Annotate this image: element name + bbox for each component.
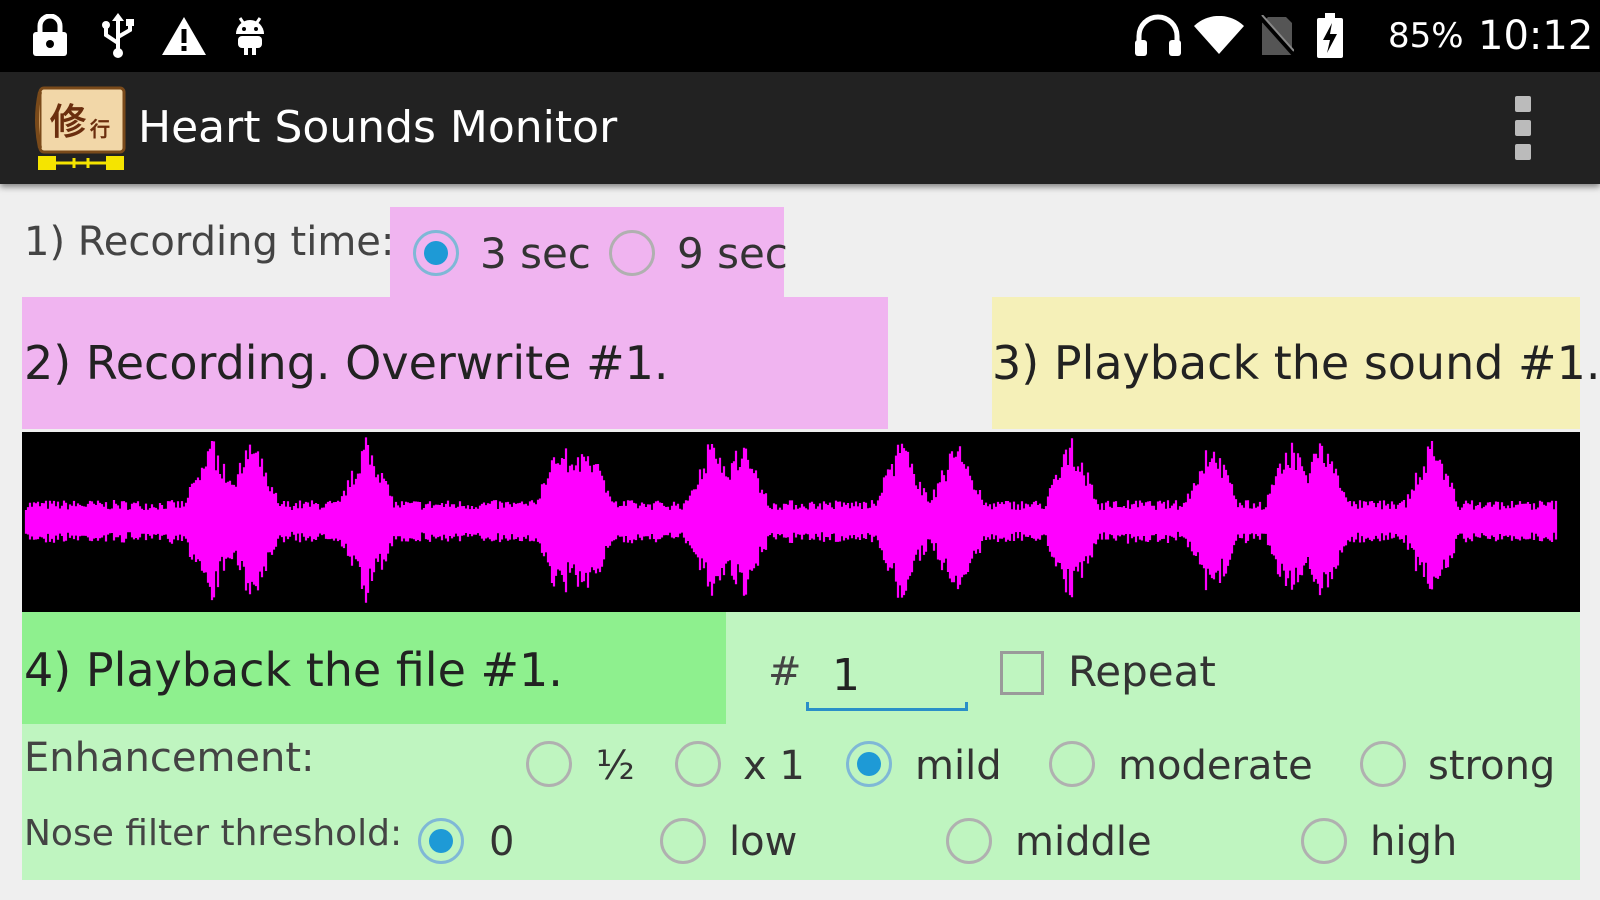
radio-enh-moderate-label: moderate	[1118, 743, 1313, 789]
radio-enh-strong-label: strong	[1428, 743, 1556, 789]
radio-9-sec[interactable]	[609, 230, 655, 276]
record-overwrite-button[interactable]: 2) Recording. Overwrite #1.	[22, 297, 888, 429]
radio-9-sec-label: 9 sec	[677, 229, 788, 278]
svg-text:修: 修	[50, 102, 87, 143]
radio-enh-strong[interactable]	[1360, 741, 1406, 787]
radio-enh-mild[interactable]	[846, 741, 892, 787]
waveform-graph	[24, 437, 1558, 603]
file-number-underline	[806, 702, 968, 711]
usb-icon	[98, 12, 138, 60]
radio-noise-high-label: high	[1370, 819, 1458, 865]
file-number-input[interactable]	[806, 640, 968, 710]
radio-enh-half[interactable]	[526, 741, 572, 787]
lock-icon	[30, 12, 70, 60]
waveform-display	[22, 432, 1580, 612]
headphones-icon	[1132, 12, 1184, 60]
repeat-label: Repeat	[1068, 647, 1216, 696]
warning-icon	[160, 12, 208, 60]
radio-noise-0-label: 0	[489, 819, 515, 865]
recording-time-label: 1) Recording time:	[24, 219, 395, 265]
waveform-trace	[24, 437, 1558, 603]
overflow-menu-icon[interactable]	[1505, 96, 1541, 160]
status-bar: 85% 10:12	[0, 0, 1600, 72]
radio-enh-half-label: ½	[596, 743, 635, 789]
radio-enh-mild-label: mild	[915, 743, 1002, 789]
radio-noise-middle-label: middle	[1015, 819, 1152, 865]
playback-file-button[interactable]: 4) Playback the file #1.	[22, 612, 726, 724]
svg-text:行: 行	[89, 117, 110, 141]
playback-sound-label: 3) Playback the sound #1.	[992, 336, 1600, 390]
app-logo: 修 行	[34, 84, 128, 174]
app-title: Heart Sounds Monitor	[138, 102, 618, 153]
android-icon	[230, 12, 270, 60]
radio-enh-moderate[interactable]	[1049, 741, 1095, 787]
radio-3-sec-label: 3 sec	[480, 229, 591, 278]
radio-noise-low-label: low	[729, 819, 798, 865]
playback-file-label: 4) Playback the file #1.	[24, 643, 563, 697]
screen: 85% 10:12 修 行 Heart Sounds Monitor 1) Re…	[0, 0, 1600, 900]
file-number-hash: #	[768, 649, 802, 695]
clock-time: 10:12	[1478, 13, 1594, 59]
no-sim-icon	[1258, 12, 1296, 60]
radio-noise-middle[interactable]	[946, 818, 992, 864]
radio-noise-0[interactable]	[418, 818, 464, 864]
battery-charging-icon	[1312, 12, 1348, 60]
enhancement-label: Enhancement:	[24, 735, 315, 781]
battery-percent: 85%	[1388, 16, 1464, 56]
radio-noise-low[interactable]	[660, 818, 706, 864]
repeat-checkbox[interactable]	[1000, 651, 1044, 695]
radio-enh-x1[interactable]	[675, 741, 721, 787]
radio-enh-x1-label: x 1	[743, 743, 805, 789]
playback-sound-button[interactable]: 3) Playback the sound #1.	[992, 297, 1600, 429]
record-overwrite-label: 2) Recording. Overwrite #1.	[24, 336, 669, 390]
wifi-icon	[1192, 12, 1246, 60]
action-bar: 修 行 Heart Sounds Monitor	[0, 72, 1600, 184]
radio-noise-high[interactable]	[1301, 818, 1347, 864]
noise-filter-label: Nose filter threshold:	[24, 813, 403, 854]
radio-3-sec[interactable]	[413, 230, 459, 276]
